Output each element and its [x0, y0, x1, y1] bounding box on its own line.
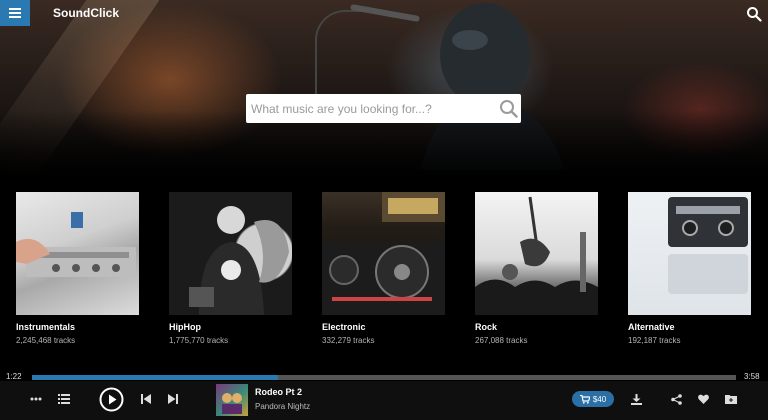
- hero-banner: [0, 0, 768, 180]
- genre-name[interactable]: Rock: [475, 322, 497, 332]
- buy-button[interactable]: $40: [572, 391, 614, 407]
- heart-icon: [697, 394, 709, 404]
- track-title[interactable]: Rodeo Pt 2: [255, 387, 302, 397]
- more-button[interactable]: [28, 391, 44, 407]
- play-button[interactable]: [99, 387, 124, 412]
- genre-track-count: 192,187 tracks: [628, 336, 681, 345]
- genre-image-hiphop[interactable]: [169, 192, 292, 315]
- search-bar: [246, 94, 521, 123]
- skip-previous-icon: [141, 394, 151, 404]
- genre-track-count: 332,279 tracks: [322, 336, 375, 345]
- search-icon[interactable]: [499, 99, 518, 118]
- play-icon: [99, 387, 124, 412]
- genre-image-instrumentals[interactable]: [16, 192, 139, 315]
- brand-logo[interactable]: SoundClick: [53, 6, 119, 20]
- download-button[interactable]: [628, 391, 644, 407]
- next-button[interactable]: [166, 391, 180, 407]
- search-input[interactable]: [246, 94, 486, 123]
- mic-cable: [315, 10, 375, 100]
- total-time: 3:58: [744, 372, 760, 381]
- previous-button[interactable]: [139, 391, 153, 407]
- genre-track-count: 1,775,770 tracks: [169, 336, 229, 345]
- genre-card-hiphop[interactable]: HipHop 1,775,770 tracks: [169, 192, 292, 345]
- genre-image-electronic[interactable]: [322, 192, 445, 315]
- search-icon[interactable]: [746, 6, 762, 22]
- folder-plus-icon: [725, 395, 737, 404]
- genre-image-alternative[interactable]: [628, 192, 751, 315]
- genre-card-alternative[interactable]: Alternative 192,187 tracks: [628, 192, 751, 345]
- more-icon: [30, 397, 42, 401]
- like-button[interactable]: [695, 391, 711, 407]
- genre-name[interactable]: Instrumentals: [16, 322, 75, 332]
- genre-track-count: 2,245,468 tracks: [16, 336, 76, 345]
- list-icon: [58, 394, 70, 404]
- download-icon: [630, 393, 642, 405]
- album-cover[interactable]: [216, 384, 248, 416]
- skip-next-icon: [168, 394, 178, 404]
- track-artist[interactable]: Pandora Nightz: [255, 402, 310, 411]
- genre-name[interactable]: Alternative: [628, 322, 675, 332]
- add-to-playlist-button[interactable]: [723, 391, 739, 407]
- genre-card-instrumentals[interactable]: Instrumentals 2,245,468 tracks: [16, 192, 139, 345]
- price-label: $40: [592, 394, 607, 404]
- menu-button[interactable]: [0, 0, 30, 26]
- genre-name[interactable]: Electronic: [322, 322, 366, 332]
- playlist-button[interactable]: [56, 391, 72, 407]
- genre-name[interactable]: HipHop: [169, 322, 201, 332]
- genre-card-rock[interactable]: Rock 267,088 tracks: [475, 192, 598, 345]
- share-button[interactable]: [668, 391, 684, 407]
- hamburger-icon: [9, 8, 21, 18]
- progress-bar[interactable]: [32, 375, 736, 380]
- genre-image-rock[interactable]: [475, 192, 598, 315]
- genre-track-count: 267,088 tracks: [475, 336, 528, 345]
- cart-icon: [579, 394, 590, 404]
- elapsed-time: 1:22: [6, 372, 22, 381]
- progress-fill: [32, 375, 279, 380]
- genre-card-electronic[interactable]: Electronic 332,279 tracks: [322, 192, 445, 345]
- share-icon: [670, 393, 682, 405]
